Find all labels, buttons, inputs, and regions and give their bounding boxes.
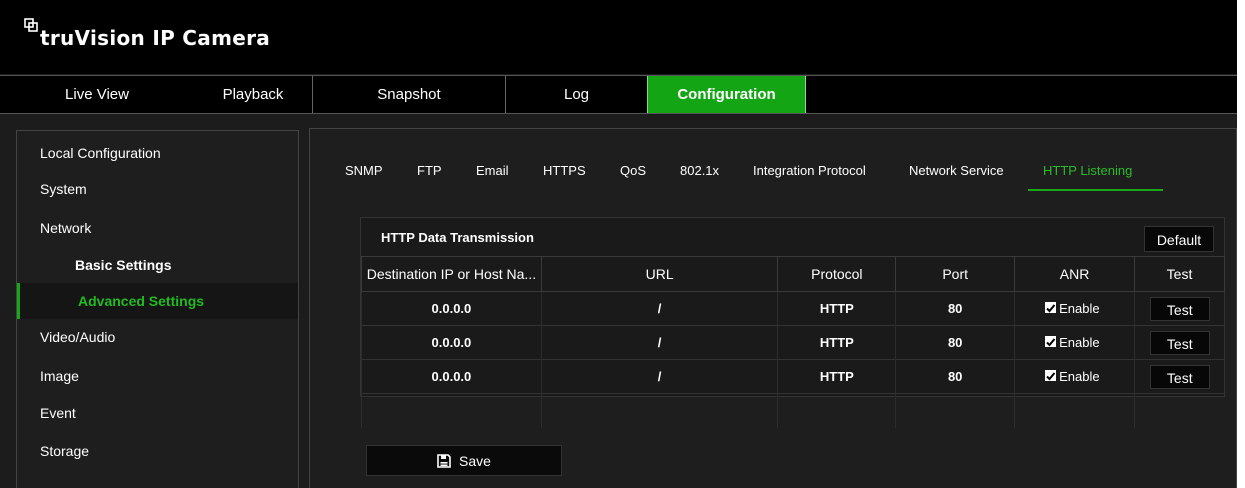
app-window: truVision IP Camera Live View Playback S… — [0, 0, 1237, 488]
sidebar-item-system[interactable]: System — [17, 171, 298, 207]
cell-destination[interactable]: 0.0.0.0 — [361, 359, 542, 394]
anr-enable-label: Enable — [1059, 369, 1100, 384]
sidebar-item-basic-settings[interactable]: Basic Settings — [17, 247, 298, 283]
cell-port[interactable]: 80 — [895, 325, 1015, 360]
column-header-port: Port — [895, 256, 1016, 292]
tab-configuration[interactable]: Configuration — [647, 76, 806, 113]
cell-anr: Enable — [1014, 325, 1135, 360]
empty-cell — [895, 393, 1015, 428]
table-header-row: Destination IP or Host Na... URL Protoco… — [361, 256, 1225, 292]
cell-test: Test — [1134, 359, 1225, 394]
column-header-url: URL — [540, 256, 779, 292]
table-row[interactable]: 0.0.0.0 / HTTP 80 Enable Test — [361, 359, 1225, 394]
empty-cell — [1014, 393, 1135, 428]
active-subtab-indicator — [1028, 189, 1163, 191]
sidebar-item-video-audio[interactable]: Video/Audio — [17, 319, 298, 355]
floppy-disk-icon — [437, 454, 451, 468]
column-header-test: Test — [1134, 256, 1225, 292]
sidebar-item-event[interactable]: Event — [17, 395, 298, 431]
cell-test: Test — [1134, 291, 1225, 326]
sidebar-item-advanced-settings[interactable]: Advanced Settings — [17, 283, 298, 319]
sidebar-item-network[interactable]: Network — [17, 210, 298, 246]
table-row-empty — [361, 393, 1225, 428]
subtab-http-listening[interactable]: HTTP Listening — [1043, 163, 1132, 178]
cell-protocol[interactable]: HTTP — [777, 291, 896, 326]
cell-protocol[interactable]: HTTP — [777, 325, 896, 360]
empty-cell — [1134, 393, 1225, 428]
http-listening-table: Destination IP or Host Na... URL Protoco… — [361, 256, 1225, 428]
empty-cell — [540, 393, 778, 428]
subtab-https[interactable]: HTTPS — [543, 163, 586, 178]
subtab-ftp[interactable]: FTP — [417, 163, 442, 178]
tab-playback[interactable]: Playback — [194, 76, 312, 113]
test-button[interactable]: Test — [1149, 296, 1210, 321]
table-row[interactable]: 0.0.0.0 / HTTP 80 Enable Test — [361, 291, 1225, 326]
http-data-transmission-panel: HTTP Data Transmission Default Destinati… — [360, 217, 1225, 428]
brand-name: truVision IP Camera — [40, 26, 271, 50]
cell-url[interactable]: / — [540, 291, 778, 326]
cell-url[interactable]: / — [540, 359, 778, 394]
subtab-integration-protocol[interactable]: Integration Protocol — [753, 163, 866, 178]
empty-cell — [361, 393, 542, 428]
cell-url[interactable]: / — [540, 325, 778, 360]
subtab-8021x[interactable]: 802.1x — [680, 163, 719, 178]
tab-log[interactable]: Log — [506, 76, 647, 113]
subtab-network-service[interactable]: Network Service — [909, 163, 1004, 178]
checkbox-checked-icon[interactable] — [1045, 370, 1057, 381]
subtab-qos[interactable]: QoS — [620, 163, 646, 178]
sidebar-item-image[interactable]: Image — [17, 358, 298, 394]
cell-test: Test — [1134, 325, 1225, 360]
column-header-anr: ANR — [1014, 256, 1136, 292]
cell-anr: Enable — [1014, 291, 1135, 326]
sidebar-item-storage[interactable]: Storage — [17, 433, 298, 469]
anr-enable-label: Enable — [1059, 301, 1100, 316]
panel-title: HTTP Data Transmission — [381, 230, 534, 245]
empty-cell — [777, 393, 896, 428]
top-navigation: Live View Playback Snapshot Log Configur… — [0, 75, 1237, 114]
header-bar: truVision IP Camera — [0, 0, 1237, 74]
anr-enable-label: Enable — [1059, 335, 1100, 350]
tab-snapshot[interactable]: Snapshot — [313, 76, 505, 113]
save-button[interactable]: Save — [366, 445, 562, 476]
test-button[interactable]: Test — [1149, 330, 1210, 355]
main-content: SNMP FTP Email HTTPS QoS 802.1x Integrat… — [309, 128, 1237, 488]
camera-logo-icon — [24, 18, 38, 34]
cell-destination[interactable]: 0.0.0.0 — [361, 325, 542, 360]
brand-logo: truVision IP Camera — [24, 18, 270, 50]
subtab-email[interactable]: Email — [476, 163, 509, 178]
save-label: Save — [459, 453, 491, 469]
test-button[interactable]: Test — [1149, 364, 1210, 389]
cell-port[interactable]: 80 — [895, 291, 1015, 326]
sidebar-item-local-configuration[interactable]: Local Configuration — [17, 135, 298, 171]
subtab-snmp[interactable]: SNMP — [345, 163, 383, 178]
checkbox-checked-icon[interactable] — [1045, 302, 1057, 313]
default-button[interactable]: Default — [1144, 226, 1214, 252]
cell-port[interactable]: 80 — [895, 359, 1015, 394]
network-subtabs: SNMP FTP Email HTTPS QoS 802.1x Integrat… — [310, 129, 1236, 195]
column-header-destination: Destination IP or Host Na... — [361, 256, 542, 292]
checkbox-checked-icon[interactable] — [1045, 336, 1057, 347]
cell-anr: Enable — [1014, 359, 1135, 394]
cell-protocol[interactable]: HTTP — [777, 359, 896, 394]
tab-live-view[interactable]: Live View — [0, 76, 194, 113]
sidebar-menu: Local Configuration System Network Basic… — [16, 130, 299, 488]
cell-destination[interactable]: 0.0.0.0 — [361, 291, 542, 326]
table-row[interactable]: 0.0.0.0 / HTTP 80 Enable Test — [361, 325, 1225, 360]
column-header-protocol: Protocol — [777, 256, 897, 292]
